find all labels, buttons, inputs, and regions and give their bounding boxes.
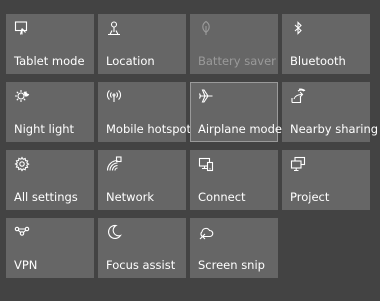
- tablet-mode-icon: [14, 20, 30, 36]
- project-label: Project: [290, 190, 330, 204]
- network-label: Network: [106, 190, 155, 204]
- airplane-mode-tile[interactable]: Airplane mode: [190, 82, 282, 142]
- bluetooth-label: Bluetooth: [290, 54, 346, 68]
- project-icon: [290, 156, 306, 172]
- network-tile[interactable]: Network: [98, 150, 186, 210]
- bluetooth-tile[interactable]: Bluetooth: [282, 14, 370, 74]
- vpn-icon: [14, 224, 30, 240]
- night-light-icon: [14, 88, 30, 104]
- vpn-tile[interactable]: VPN: [6, 218, 94, 278]
- project-tile[interactable]: Project: [282, 150, 370, 210]
- connect-tile[interactable]: Connect: [190, 150, 278, 210]
- night-light-label: Night light: [14, 122, 75, 136]
- battery-saver-icon: [198, 20, 214, 36]
- tablet-mode-tile[interactable]: Tablet mode: [6, 14, 94, 74]
- mobile-hotspot-label: Mobile hotspot: [106, 122, 192, 136]
- network-icon: [106, 156, 122, 172]
- location-label: Location: [106, 54, 155, 68]
- airplane-icon: [198, 88, 214, 104]
- screen-snip-tile[interactable]: Screen snip: [190, 218, 278, 278]
- mobile-hotspot-tile[interactable]: Mobile hotspot: [98, 82, 191, 142]
- connect-icon: [198, 156, 214, 172]
- airplane-mode-label: Airplane mode: [198, 122, 282, 136]
- battery-saver-tile[interactable]: Battery saver: [190, 14, 278, 74]
- nearby-sharing-icon: [290, 88, 306, 104]
- vpn-label: VPN: [14, 258, 38, 272]
- focus-assist-tile[interactable]: Focus assist: [98, 218, 186, 278]
- quick-actions-panel: Tablet mode Location Battery saver Bluet…: [0, 0, 380, 301]
- moon-icon: [106, 224, 122, 240]
- location-tile[interactable]: Location: [98, 14, 186, 74]
- bluetooth-icon: [290, 20, 306, 36]
- all-settings-label: All settings: [14, 190, 78, 204]
- battery-saver-label: Battery saver: [198, 54, 276, 68]
- location-icon: [106, 20, 122, 36]
- mobile-hotspot-icon: [106, 88, 122, 104]
- gear-icon: [14, 156, 30, 172]
- screen-snip-icon: [198, 224, 214, 240]
- screen-snip-label: Screen snip: [198, 258, 265, 272]
- all-settings-tile[interactable]: All settings: [6, 150, 94, 210]
- night-light-tile[interactable]: Night light: [6, 82, 94, 142]
- tablet-mode-label: Tablet mode: [14, 54, 85, 68]
- connect-label: Connect: [198, 190, 246, 204]
- nearby-sharing-label: Nearby sharing: [290, 122, 379, 136]
- focus-assist-label: Focus assist: [106, 258, 176, 272]
- nearby-sharing-tile[interactable]: Nearby sharing: [282, 82, 378, 142]
